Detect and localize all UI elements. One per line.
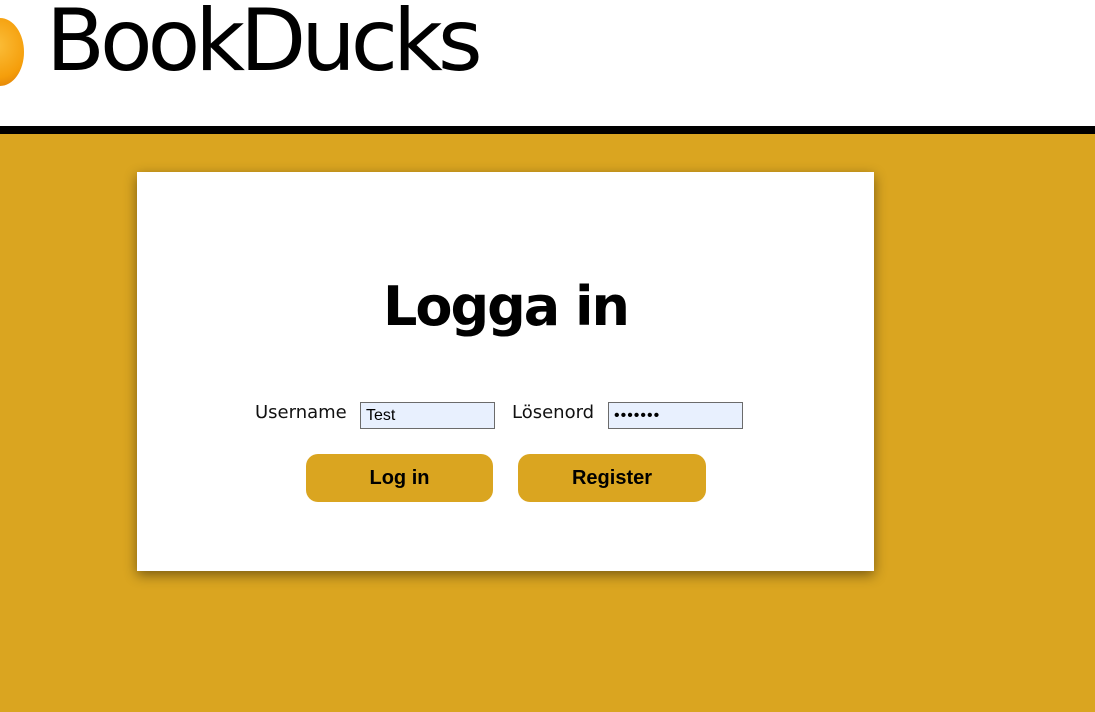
site-logo-text[interactable]: BookDucks [46,0,483,89]
header-divider [0,126,1095,134]
username-label: Username [255,402,347,423]
duck-logo-icon [0,18,24,86]
login-button[interactable]: Log in [306,454,493,502]
password-input[interactable] [608,402,743,429]
username-input[interactable] [360,402,495,429]
login-card: Logga in Username Lösenord Log in Regist… [137,172,874,571]
register-button[interactable]: Register [518,454,706,502]
password-label: Lösenord [512,402,595,423]
site-header: BookDucks [0,0,1095,126]
page-title: Logga in [382,275,630,338]
